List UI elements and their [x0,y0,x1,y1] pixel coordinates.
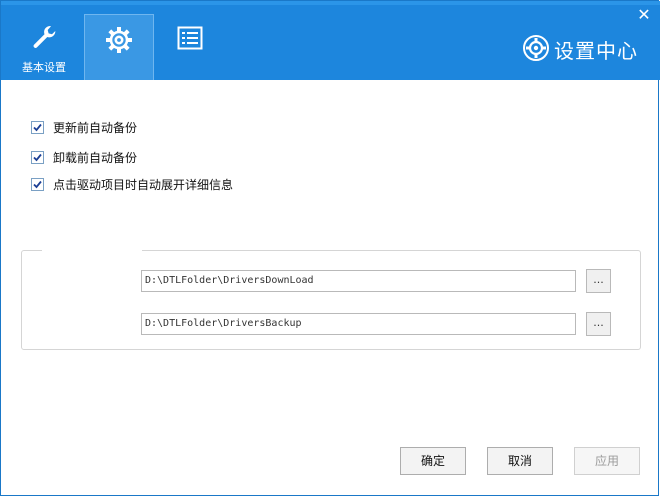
option-label: 点击驱动项目时自动展开详细信息 [53,177,234,192]
header-topline [1,1,660,5]
option-backup-before-uninstall[interactable]: 卸载前自动备份 [31,149,137,165]
backup-browse-button[interactable]: ... [586,312,611,336]
backup-path-field[interactable]: D:\DTLFolder\DriversBackup [141,313,576,335]
list-icon [177,26,203,53]
tab-gear[interactable] [84,14,154,80]
checkbox[interactable] [31,150,44,164]
download-browse-button[interactable]: ... [586,269,611,293]
option-auto-expand-details[interactable]: 点击驱动项目时自动展开详细信息 [31,176,233,192]
close-button[interactable]: ✕ [636,7,652,23]
option-backup-before-update[interactable]: 更新前自动备份 [31,119,137,135]
cancel-button[interactable]: 取消 [487,447,553,475]
tab-basic-settings-label: 基本设置 [22,61,66,74]
option-label: 卸载前自动备份 [53,150,138,165]
brand-title-text: 设置中心 [554,38,638,63]
download-path-field[interactable]: D:\DTLFolder\DriversDownLoad [141,270,576,292]
gear-icon [104,25,134,58]
close-icon: ✕ [637,5,651,24]
settings-gear-icon [522,34,550,65]
checkbox[interactable] [31,120,44,134]
header-bar: 基本设置 ✕ 设置中心 [1,1,660,80]
brand-title: 设置中心 [522,34,638,64]
option-label: 更新前自动备份 [53,120,138,135]
apply-button[interactable]: 应用 [574,447,640,475]
wrench-icon [31,24,57,53]
folder-paths-group [21,249,641,350]
ok-button[interactable]: 确定 [400,447,466,475]
group-title-gap [42,249,142,253]
tab-list[interactable] [157,11,223,80]
settings-window: 基本设置 ✕ 设置中心 更新前自动备份 卸载前自动备份 点击驱动项目时自动展开详… [0,0,660,496]
tab-basic-settings[interactable]: 基本设置 [11,11,77,80]
checkbox[interactable] [31,177,44,191]
